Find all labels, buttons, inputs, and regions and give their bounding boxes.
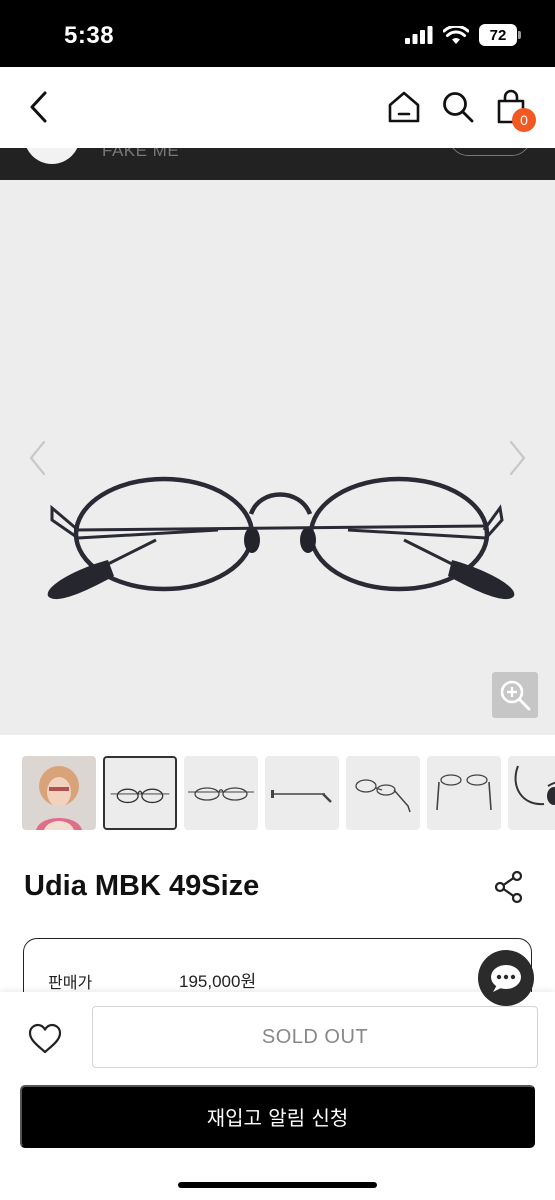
search-button[interactable] xyxy=(436,85,480,129)
back-button[interactable] xyxy=(18,85,58,129)
share-button[interactable] xyxy=(490,866,528,908)
zoom-button[interactable] xyxy=(492,672,538,718)
wishlist-button[interactable] xyxy=(23,1017,67,1061)
bottom-action-bar: SOLD OUT 재입고 알림 신청 xyxy=(0,992,555,1200)
sold-out-button[interactable]: SOLD OUT xyxy=(92,1006,538,1068)
back-arrow-icon xyxy=(30,91,47,123)
product-photo-glasses xyxy=(47,476,515,600)
status-time: 5:38 xyxy=(64,22,115,49)
wifi-icon xyxy=(443,25,469,44)
thumbnail-front-view[interactable] xyxy=(103,756,177,830)
glasses-flat-image xyxy=(188,787,254,801)
home-indicator xyxy=(178,1182,377,1188)
thumbnail-strip xyxy=(22,756,555,832)
home-button[interactable] xyxy=(383,85,425,129)
chat-button[interactable] xyxy=(478,950,534,1006)
status-bar: 5:38 72 xyxy=(0,0,555,67)
glasses-top-image xyxy=(436,774,492,811)
cart-count-badge: 0 xyxy=(512,108,536,132)
model-photo-image xyxy=(36,766,82,830)
thumbnail-model-photo[interactable] xyxy=(22,756,96,830)
price-value: 195,000원 xyxy=(179,972,257,991)
top-nav-bar xyxy=(0,67,555,148)
brand-header: FAKE ME xyxy=(0,148,555,180)
brand-avatar[interactable] xyxy=(24,148,80,164)
chat-bubble-icon xyxy=(491,965,521,992)
glasses-side-image xyxy=(271,790,332,803)
battery-level: 72 xyxy=(489,26,507,44)
product-image-carousel[interactable] xyxy=(0,180,555,735)
brand-name[interactable]: FAKE ME xyxy=(102,148,179,161)
restock-alert-button[interactable]: 재입고 알림 신청 xyxy=(20,1085,535,1148)
glasses-front-image xyxy=(110,788,170,804)
share-icon xyxy=(494,870,523,904)
cellular-signal-icon xyxy=(405,26,433,44)
brand-follow-button[interactable] xyxy=(449,148,531,156)
price-label: 판매가 xyxy=(48,975,93,992)
glasses-detail-image xyxy=(514,765,555,806)
thumbnail-front-flat[interactable] xyxy=(184,756,258,830)
product-title: Udia MBK 49Size xyxy=(24,870,260,902)
zoom-in-icon xyxy=(500,680,531,711)
glasses-angle-image xyxy=(355,779,411,813)
thumbnail-detail-view[interactable] xyxy=(508,756,555,830)
thumbnail-top-view[interactable] xyxy=(427,756,501,830)
search-icon xyxy=(443,92,474,123)
battery-icon: 72 xyxy=(479,24,521,46)
thumbnail-angle-view[interactable] xyxy=(346,756,420,830)
status-icons: 72 xyxy=(405,24,521,46)
home-icon xyxy=(388,91,420,123)
heart-icon xyxy=(28,1023,62,1054)
thumbnail-side-view[interactable] xyxy=(265,756,339,830)
